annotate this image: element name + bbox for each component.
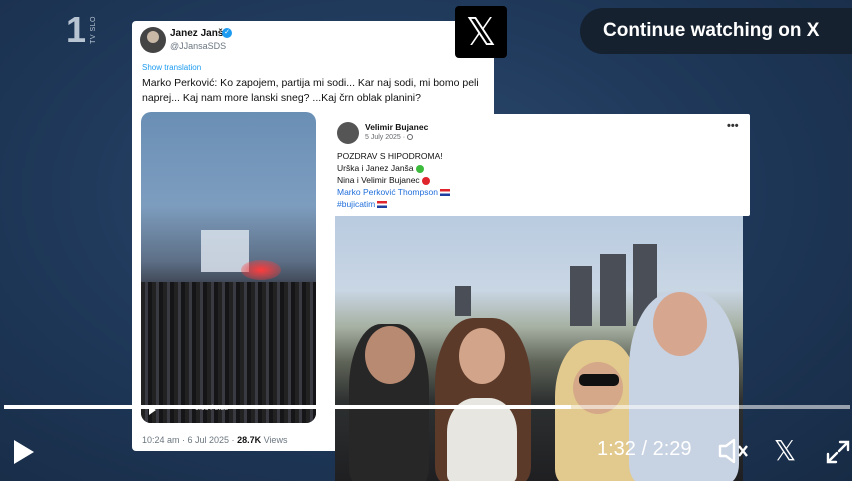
fb-post-line: Nina i Velimir Bujanec [337,175,430,185]
tweet-video-controls: 0:00 / 0:38 [141,400,316,420]
tweet-views-label: Views [261,435,288,445]
fb-line-4: Marko Perković Thompson [337,187,438,197]
stage-tower [600,254,626,326]
fb-post-line: Urška i Janez Janša [337,163,424,173]
green-heart-icon [415,164,424,173]
progress-bar[interactable] [4,405,850,409]
fb-author-name: Velimir Bujanec [365,122,429,132]
time-display: 1:32 / 2:29 [597,438,692,461]
fb-line-1: POZDRAV S HIPODROMA! [337,151,443,161]
stage-tower [570,266,592,326]
volume-muted-icon[interactable] [717,437,749,465]
globe-icon [407,134,414,141]
fb-date-text: 5 July 2025 · [365,134,408,141]
show-translation-link: Show translation [142,63,202,72]
time-separator: / [635,438,653,460]
tweet-video: 0:00 / 0:38 [141,112,316,423]
red-heart-icon [421,176,430,185]
play-icon[interactable] [14,440,34,464]
fb-post-line: POZDRAV S HIPODROMA! [337,151,443,161]
flare-image [241,260,281,280]
avatar [337,122,359,144]
person-top [447,398,517,481]
progress-bar-fill [4,405,571,409]
fb-post-line: #bujicatim [337,199,388,209]
avatar [140,27,166,53]
fb-line-3: Nina i Velimir Bujanec [337,175,420,185]
duration: 2:29 [652,438,692,460]
croatia-flag-icon [377,201,388,209]
channel-label: TV SLO [90,16,97,44]
x-logo-icon: 𝕏 [455,6,507,58]
fb-line-2: Urška i Janez Janša [337,163,414,173]
stage-tower [455,286,471,316]
current-time: 1:32 [597,438,636,460]
person-face [653,292,707,356]
verified-icon: ✓ [222,28,232,38]
fb-line-5: #bujicatim [337,199,376,209]
tv-slo-logo: 1 TV SLO [66,12,106,48]
tweet-timestamp: 10:24 am · 6 Jul 2025 · [142,435,238,445]
fullscreen-icon[interactable] [826,440,850,464]
tweet-text: Marko Perković: Ko zapojem, partija mi s… [142,77,479,104]
croatia-flag-icon [439,189,450,197]
fb-post-line: Marko Perković Thompson [337,187,450,197]
tweet-meta: 10:24 am · 6 Jul 2025 · 28.7K Views [142,435,287,445]
tweet-author-name: Janez Janša [170,28,229,39]
more-options-icon: ••• [727,120,739,132]
channel-number: 1 [66,9,87,50]
x-share-icon[interactable]: 𝕏 [770,434,800,468]
person-face [365,326,415,384]
fb-post-date: 5 July 2025 · [365,134,414,141]
continue-watching-button[interactable]: Continue watching on X [580,8,852,54]
person-face [459,328,505,384]
facebook-post-card: Velimir Bujanec 5 July 2025 · ••• POZDRA… [330,114,750,216]
video-frame[interactable]: 1 TV SLO Janez Janša ✓ @JJansaSDS Show t… [0,0,852,481]
tweet-views-count: 28.7K [237,435,262,445]
tweet-author-handle: @JJansaSDS [170,41,227,51]
sunglasses-image [579,374,619,386]
